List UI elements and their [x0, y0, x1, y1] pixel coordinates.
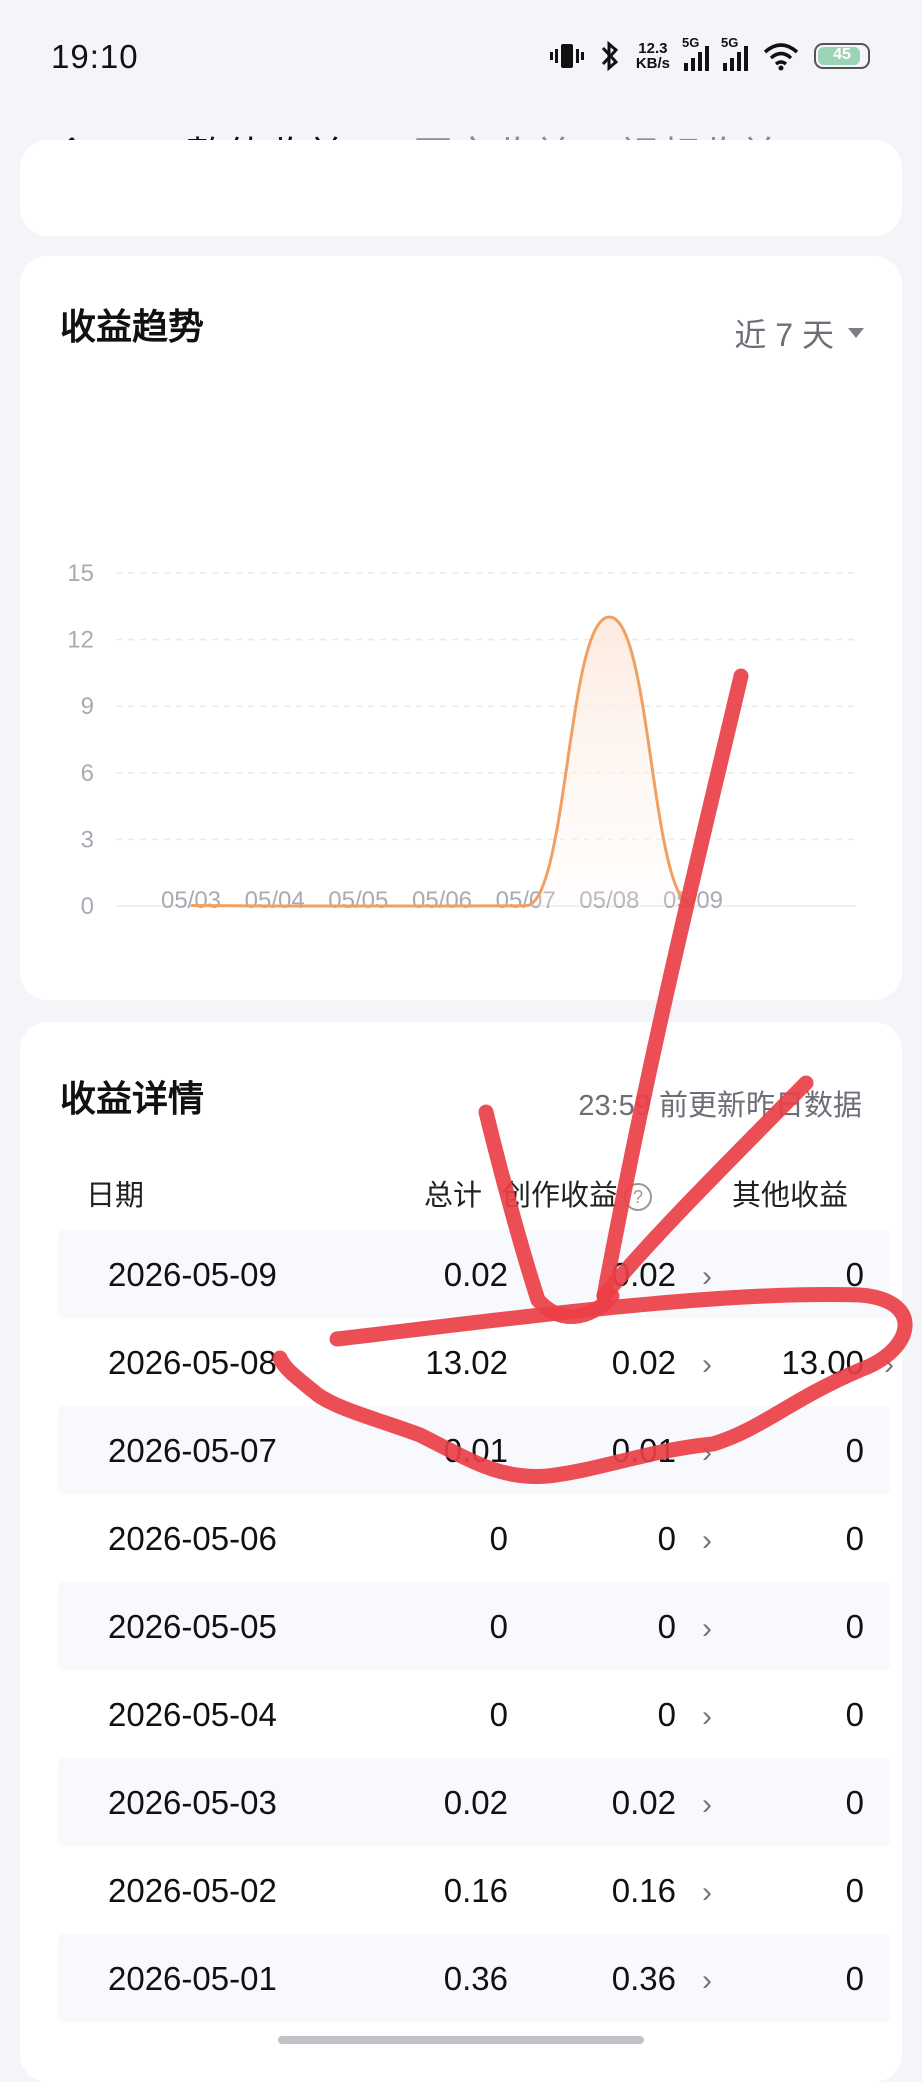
row-total: 0	[489, 1696, 508, 1733]
row-create-earnings[interactable]: 0.01	[612, 1432, 676, 1470]
signal-icon: 5G	[682, 35, 709, 71]
sim1-label: 5G	[682, 35, 700, 50]
row-date: 2026-05-05	[108, 1608, 277, 1645]
col-date: 日期	[86, 1180, 145, 1212]
row-create-earnings[interactable]: 0.02	[612, 1256, 676, 1294]
chevron-right-icon[interactable]: ›	[884, 1348, 894, 1382]
status-bar: 19:10 12.3 KB/s 5G 5G 45	[0, 0, 922, 112]
row-other-earnings[interactable]: 13.00	[781, 1344, 864, 1382]
table-row: 2026-05-09 0.02 0.02 › 0	[58, 1230, 890, 1318]
col-create-label: 创作收益	[501, 1180, 618, 1212]
x-tick-label: 05/04	[245, 887, 305, 914]
signal-icon-2: 5G	[721, 35, 748, 71]
row-create-earnings[interactable]: 0.16	[612, 1872, 676, 1910]
trend-card: 收益趋势 近 7 天 0 3 6 9 12 15 05/03 05/04 05/05 05/06…	[20, 256, 902, 1000]
col-other: 其他收益	[731, 1180, 848, 1212]
earnings-trend-chart: 03691215 05/0305/0405/0505/0605/0705/080…	[67, 560, 856, 920]
x-tick-label: 05/06	[412, 887, 472, 914]
net-speed-value: 12.3	[638, 40, 668, 57]
chevron-right-icon[interactable]: ›	[702, 1964, 712, 1998]
summary-card	[20, 140, 902, 236]
row-date: 2026-05-03	[108, 1784, 277, 1821]
net-speed: 12.3 KB/s	[636, 41, 670, 71]
row-total: 0	[489, 1608, 508, 1645]
status-time: 19:10	[51, 38, 139, 75]
row-date: 2026-05-08	[108, 1344, 277, 1381]
wifi-icon	[763, 43, 799, 71]
col-create: 创作收益?	[502, 1172, 652, 1214]
row-total: 0.02	[443, 1256, 508, 1293]
row-date: 2026-05-09	[108, 1256, 277, 1293]
y-tick-label: 15	[67, 560, 94, 587]
row-date: 2026-05-04	[108, 1696, 277, 1733]
y-tick-label: 9	[81, 693, 94, 720]
y-tick-label: 3	[81, 826, 94, 853]
chevron-right-icon[interactable]: ›	[702, 1788, 712, 1822]
row-date: 2026-05-01	[108, 1960, 277, 1997]
help-icon[interactable]: ?	[624, 1183, 652, 1211]
chevron-right-icon[interactable]: ›	[702, 1876, 712, 1910]
chevron-right-icon[interactable]: ›	[702, 1348, 712, 1382]
update-note: 23:59 前更新昨日数据	[578, 1090, 862, 1122]
row-date: 2026-05-02	[108, 1872, 277, 1909]
bluetooth-icon	[601, 40, 618, 72]
sim2-label: 5G	[721, 35, 739, 50]
row-create-earnings[interactable]: 0.36	[612, 1960, 676, 1998]
y-tick-label: 12	[67, 627, 94, 654]
row-create-earnings[interactable]: 0	[658, 1608, 676, 1646]
row-other-earnings: 0	[845, 1520, 864, 1557]
table-row: 2026-05-03 0.02 0.02 › 0	[58, 1758, 890, 1846]
table-row: 2026-05-05 0 0 › 0	[58, 1582, 890, 1670]
row-other-earnings: 0	[845, 1696, 864, 1733]
row-other-earnings: 0	[845, 1256, 864, 1293]
trend-area	[191, 616, 693, 906]
net-speed-unit: KB/s	[635, 55, 670, 72]
row-total: 13.02	[425, 1344, 508, 1381]
table-row: 2026-05-07 0.01 0.01 › 0	[58, 1406, 890, 1494]
table-row: 2026-05-01 0.36 0.36 › 0	[58, 1934, 890, 2022]
row-create-earnings[interactable]: 0.02	[612, 1784, 676, 1822]
row-total: 0.02	[443, 1784, 508, 1821]
row-total: 0	[489, 1520, 508, 1557]
row-other-earnings: 0	[845, 1608, 864, 1645]
chevron-right-icon[interactable]: ›	[702, 1612, 712, 1646]
row-other-earnings: 0	[845, 1784, 864, 1821]
row-create-earnings[interactable]: 0.02	[612, 1344, 676, 1382]
status-icons: 12.3 KB/s 5G 5G 45	[549, 35, 870, 76]
detail-card: 收益详情 23:59 前更新昨日数据 日期 总计 创作收益? 其他收益 2026…	[20, 1022, 902, 2082]
table-row: 2026-05-04 0 0 › 0	[58, 1670, 890, 1758]
row-date: 2026-05-06	[108, 1520, 277, 1557]
battery-level: 45	[833, 46, 851, 63]
x-tick-label: 05/03	[161, 887, 221, 914]
row-other-earnings: 0	[845, 1432, 864, 1469]
table-row: 2026-05-02 0.16 0.16 › 0	[58, 1846, 890, 1934]
chevron-right-icon[interactable]: ›	[702, 1524, 712, 1558]
home-indicator[interactable]	[278, 2036, 644, 2044]
chevron-right-icon[interactable]: ›	[702, 1700, 712, 1734]
y-tick-label: 6	[81, 760, 94, 787]
x-tick-label: 05/05	[328, 887, 388, 914]
row-total: 0.16	[443, 1872, 508, 1909]
row-other-earnings: 0	[845, 1960, 864, 1997]
row-other-earnings: 0	[845, 1872, 864, 1909]
y-tick-label: 0	[81, 893, 94, 920]
battery-icon: 45	[814, 43, 870, 69]
col-total: 总计	[423, 1180, 482, 1212]
row-total: 0.01	[443, 1432, 508, 1469]
row-create-earnings[interactable]: 0	[658, 1696, 676, 1734]
table-row: 2026-05-08 13.02 0.02 › 13.00 ›	[58, 1318, 894, 1406]
chevron-right-icon[interactable]: ›	[702, 1436, 712, 1470]
table-row: 2026-05-06 0 0 › 0	[58, 1494, 890, 1582]
row-date: 2026-05-07	[108, 1432, 277, 1469]
chevron-right-icon[interactable]: ›	[702, 1260, 712, 1294]
row-total: 0.36	[443, 1960, 508, 1997]
table-header: 日期 总计 创作收益? 其他收益	[20, 1172, 902, 1222]
detail-title: 收益详情	[60, 1078, 205, 1119]
row-create-earnings[interactable]: 0	[658, 1520, 676, 1558]
vibrate-icon	[549, 44, 584, 68]
